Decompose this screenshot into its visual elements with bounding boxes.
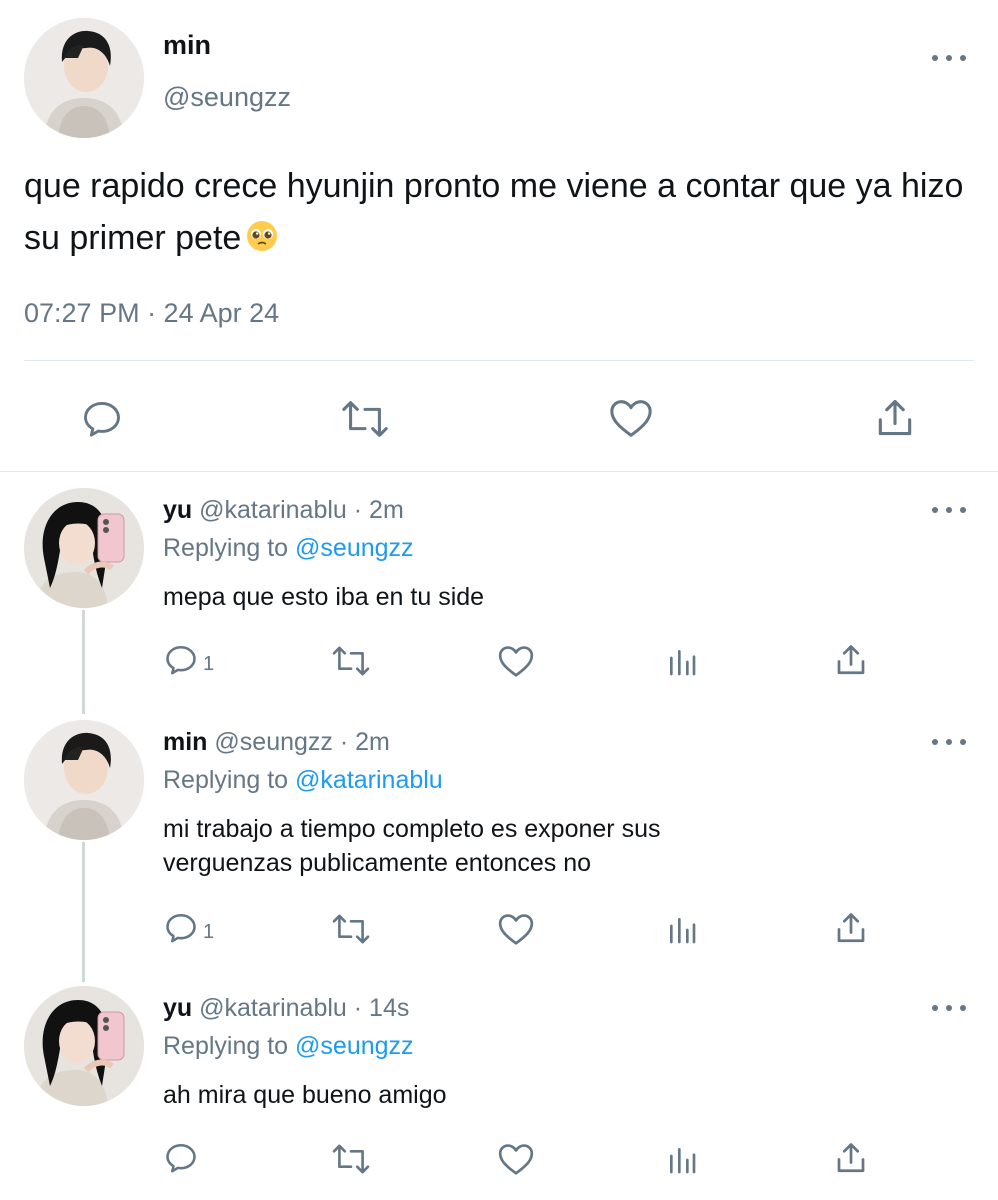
more-options-icon[interactable] <box>932 50 966 66</box>
replying-to-prefix: Replying to <box>163 534 289 562</box>
like-icon <box>610 400 652 437</box>
like-button[interactable] <box>608 396 654 440</box>
avatar-photo <box>24 720 144 840</box>
replying-to: Replying to @seungzz <box>163 1032 414 1061</box>
reply-tweet: yu @katarinablu · 14s Replying to @seung… <box>0 980 998 1200</box>
main-tweet: min @seungzz que rapido crece hyunjin pr… <box>0 0 998 472</box>
divider <box>24 360 974 361</box>
analytics-icon <box>670 650 696 676</box>
reply-text-line: verguenzas publicamente entonces no <box>163 849 592 877</box>
replying-to-prefix: Replying to <box>163 1032 289 1060</box>
reply-button[interactable] <box>163 1140 199 1176</box>
avatar-photo <box>24 488 144 608</box>
author-name[interactable]: yu <box>163 994 192 1022</box>
replying-to-link[interactable]: @katarinablu <box>295 766 443 794</box>
more-options-icon[interactable] <box>932 502 966 518</box>
reply-icon <box>166 913 196 943</box>
reply-count: 1 <box>203 920 215 943</box>
reply-text: ah mira que bueno amigo <box>163 1081 447 1109</box>
replying-to-link[interactable]: @seungzz <box>295 534 414 562</box>
analytics-button[interactable] <box>666 646 698 678</box>
reply-text-line: mi trabajo a tiempo completo es exponer … <box>163 815 661 843</box>
retweet-button[interactable] <box>330 912 372 946</box>
retweet-button[interactable] <box>340 397 390 441</box>
author-name[interactable]: min <box>163 30 211 61</box>
avatar[interactable] <box>24 720 144 840</box>
replying-to: Replying to @katarinablu <box>163 766 443 795</box>
like-icon <box>498 914 534 945</box>
author-handle[interactable]: @katarinablu <box>199 496 347 524</box>
analytics-icon <box>670 918 696 944</box>
retweet-icon <box>332 914 370 944</box>
replying-to: Replying to @seungzz <box>163 534 414 563</box>
share-icon <box>837 645 865 675</box>
share-icon <box>878 399 912 436</box>
reply-time: · 2m <box>339 728 390 756</box>
tweet-text: que rapido crece hyunjin pronto me viene… <box>24 160 964 268</box>
like-button[interactable] <box>497 1141 535 1177</box>
like-icon <box>498 1144 534 1175</box>
avatar[interactable] <box>24 986 144 1106</box>
divider <box>0 471 998 472</box>
author-handle[interactable]: @seungzz <box>214 728 333 756</box>
replying-to-prefix: Replying to <box>163 766 289 794</box>
reply-header: yu @katarinablu · 14s <box>163 994 409 1023</box>
like-button[interactable] <box>497 911 535 947</box>
pleading-face-emoji-icon <box>245 216 279 268</box>
share-button[interactable] <box>833 1140 869 1176</box>
reply-button[interactable]: 1 <box>163 910 214 946</box>
reply-icon <box>84 401 120 437</box>
avatar-photo <box>24 986 144 1106</box>
reply-text: mepa que esto iba en tu side <box>163 583 485 611</box>
reply-icon <box>166 645 196 675</box>
reply-time: · 2m <box>353 496 404 524</box>
analytics-button[interactable] <box>666 914 698 946</box>
share-button[interactable] <box>833 642 869 678</box>
reply-text: mi trabajo a tiempo completo es exponer … <box>163 812 943 880</box>
retweet-button[interactable] <box>330 644 372 678</box>
reply-time: · 14s <box>353 994 410 1022</box>
tweet-text-content: que rapido crece hyunjin pronto me viene… <box>24 167 964 257</box>
share-icon <box>837 1143 865 1173</box>
author-handle[interactable]: @katarinablu <box>199 994 347 1022</box>
like-button[interactable] <box>497 643 535 679</box>
avatar[interactable] <box>24 18 144 138</box>
retweet-icon <box>342 401 388 437</box>
reply-tweet: yu @katarinablu · 2m Replying to @seungz… <box>0 480 998 710</box>
author-handle[interactable]: @seungzz <box>163 82 291 113</box>
avatar[interactable] <box>24 488 144 608</box>
more-options-icon[interactable] <box>932 1000 966 1016</box>
replying-to-link[interactable]: @seungzz <box>295 1032 414 1060</box>
retweet-button[interactable] <box>330 1142 372 1176</box>
author-name[interactable]: min <box>163 728 207 756</box>
analytics-icon <box>670 1148 696 1174</box>
like-icon <box>498 646 534 677</box>
reply-header: yu @katarinablu · 2m <box>163 496 404 525</box>
share-button[interactable] <box>833 910 869 946</box>
share-button[interactable] <box>873 396 917 440</box>
more-options-icon[interactable] <box>932 734 966 750</box>
avatar-photo <box>24 18 144 138</box>
retweet-icon <box>332 1144 370 1174</box>
reply-header: min @seungzz · 2m <box>163 728 390 757</box>
author-name[interactable]: yu <box>163 496 192 524</box>
reply-icon <box>166 1143 196 1173</box>
reply-button[interactable]: 1 <box>163 642 214 678</box>
share-icon <box>837 913 865 943</box>
reply-tweet: min @seungzz · 2m Replying to @katarinab… <box>0 712 998 980</box>
analytics-button[interactable] <box>666 1144 698 1176</box>
reply-count: 1 <box>203 652 215 675</box>
tweet-timestamp: 07:27 PM · 24 Apr 24 <box>24 298 280 328</box>
retweet-icon <box>332 646 370 676</box>
reply-button[interactable] <box>80 397 124 441</box>
